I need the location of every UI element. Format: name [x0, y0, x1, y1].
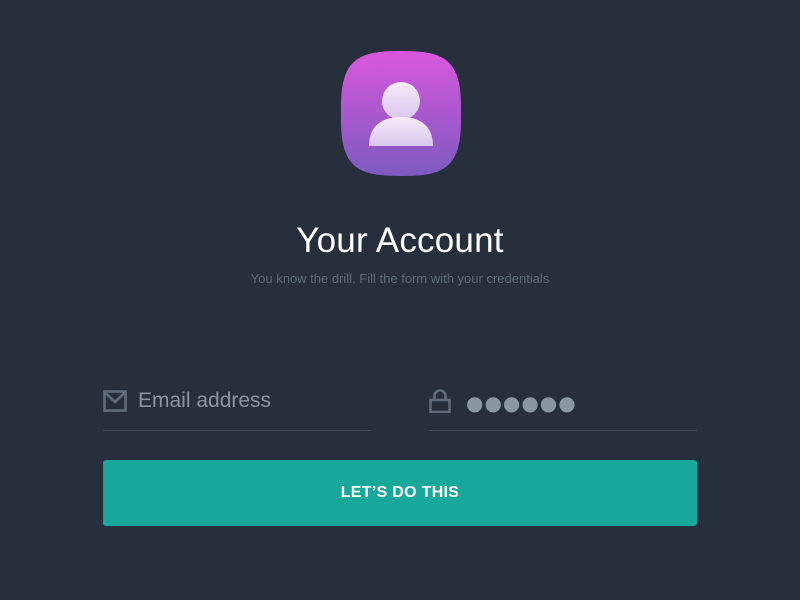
email-input[interactable] — [138, 386, 363, 416]
password-input[interactable]: ●●●●●● — [466, 391, 691, 415]
page-title: Your Account — [296, 221, 504, 260]
lock-icon — [429, 389, 453, 413]
password-field[interactable]: ●●●●●● — [429, 384, 697, 431]
email-field[interactable] — [103, 384, 371, 431]
page-subtitle: You know the drill. Fill the form with y… — [250, 271, 550, 286]
user-account-icon — [341, 51, 461, 176]
submit-button[interactable]: LET’S DO THIS — [103, 460, 697, 526]
envelope-icon — [103, 389, 127, 413]
